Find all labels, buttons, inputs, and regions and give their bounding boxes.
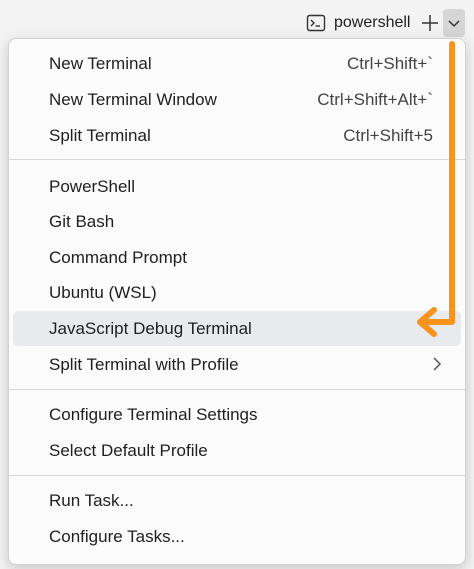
menu-separator [9,475,465,476]
launch-profile-dropdown-button[interactable] [443,9,465,37]
menu-item-command-prompt[interactable]: Command Prompt [13,240,461,275]
menu-item-label: Ubuntu (WSL) [49,282,157,302]
terminal-tab[interactable]: powershell [306,10,410,36]
menu-item-git-bash[interactable]: Git Bash [13,204,461,239]
menu-item-shortcut: Ctrl+Shift+Alt+` [317,89,433,109]
menu-item-label: Command Prompt [49,247,187,267]
menu-item-label: Configure Terminal Settings [49,404,258,424]
menu-item-label: Run Task... [49,490,134,510]
menu-item-select-default-profile[interactable]: Select Default Profile [13,433,461,468]
menu-item-label: New Terminal Window [49,89,217,109]
menu-item-configure-terminal-settings[interactable]: Configure Terminal Settings [13,397,461,432]
new-terminal-button[interactable] [418,9,442,37]
menu-item-label: Split Terminal [49,125,151,145]
terminal-launch-menu: New Terminal Ctrl+Shift+` New Terminal W… [8,38,466,565]
menu-item-new-terminal-window[interactable]: New Terminal Window Ctrl+Shift+Alt+` [13,82,461,117]
menu-item-shortcut: Ctrl+Shift+` [347,53,433,73]
menu-item-label: Configure Tasks... [49,526,185,546]
menu-item-label: PowerShell [49,176,135,196]
menu-item-split-terminal[interactable]: Split Terminal Ctrl+Shift+5 [13,118,461,153]
chevron-down-icon [448,20,460,28]
menu-item-run-task[interactable]: Run Task... [13,483,461,518]
menu-item-split-terminal-with-profile[interactable]: Split Terminal with Profile [13,347,461,382]
terminal-icon [306,13,326,33]
menu-item-javascript-debug-terminal[interactable]: JavaScript Debug Terminal [13,311,461,346]
menu-separator [9,389,465,390]
menu-item-label: New Terminal [49,53,152,73]
menu-item-powershell[interactable]: PowerShell [13,169,461,204]
menu-item-shortcut: Ctrl+Shift+5 [343,125,433,145]
menu-item-new-terminal[interactable]: New Terminal Ctrl+Shift+` [13,46,461,81]
plus-icon [422,15,438,31]
menu-item-configure-tasks[interactable]: Configure Tasks... [13,519,461,554]
menu-item-ubuntu-wsl[interactable]: Ubuntu (WSL) [13,275,461,310]
menu-item-label: JavaScript Debug Terminal [49,318,252,338]
terminal-name: powershell [334,14,411,31]
menu-item-label: Git Bash [49,211,115,231]
menu-separator [9,159,465,160]
chevron-right-icon [433,357,442,371]
menu-item-label: Select Default Profile [49,440,208,460]
menu-item-label: Split Terminal with Profile [49,354,239,374]
